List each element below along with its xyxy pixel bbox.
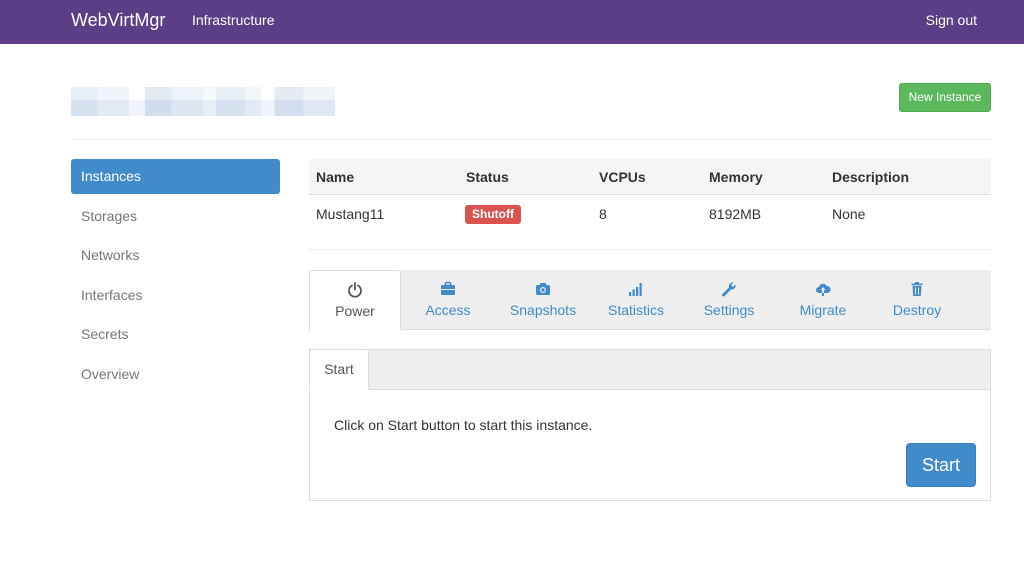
instance-vcpus: 8	[599, 206, 607, 222]
tab-power[interactable]: Power	[309, 270, 401, 331]
wrench-icon	[722, 282, 736, 297]
power-panel: Start Click on Start button to start thi…	[309, 349, 991, 501]
cloud-upload-icon	[816, 283, 831, 296]
tab-snapshots[interactable]: Snapshots	[497, 270, 589, 330]
trash-icon	[911, 282, 923, 296]
tab-access[interactable]: Access	[402, 270, 494, 330]
sidebar-item-overview[interactable]: Overview	[71, 357, 280, 392]
power-subtabs: Start	[309, 349, 990, 390]
instance-name: Mustang11	[316, 206, 385, 222]
navbar: WebVirtMgr Infrastructure Sign out	[0, 0, 1024, 44]
tab-statistics[interactable]: Statistics	[590, 270, 682, 330]
nav-infrastructure[interactable]: Infrastructure	[192, 12, 274, 28]
sidebar-item-secrets[interactable]: Secrets	[71, 317, 280, 352]
subtab-start[interactable]: Start	[309, 349, 369, 390]
briefcase-icon	[441, 281, 455, 295]
tab-destroy[interactable]: Destroy	[871, 270, 963, 330]
host-title-redacted	[71, 87, 335, 116]
sidebar-item-storages[interactable]: Storages	[71, 199, 280, 234]
camera-icon	[536, 283, 550, 295]
tab-label: Migrate	[799, 302, 847, 318]
tab-settings[interactable]: Settings	[683, 270, 775, 330]
sidebar: Instances Storages Networks Interfaces S…	[71, 159, 280, 396]
tab-label: Power	[335, 303, 375, 319]
table-header: Name Status VCPUs Memory Description	[309, 159, 991, 195]
column-header: Description	[832, 169, 910, 185]
sidebar-item-interfaces[interactable]: Interfaces	[71, 278, 280, 313]
sidebar-item-networks[interactable]: Networks	[71, 238, 280, 273]
brand-logo[interactable]: WebVirtMgr	[71, 10, 165, 31]
column-header: Status	[466, 169, 509, 185]
signal-bars-icon	[629, 283, 642, 296]
status-badge: Shutoff	[465, 205, 521, 224]
power-message: Click on Start button to start this inst…	[334, 417, 593, 433]
divider	[309, 249, 991, 250]
column-header: VCPUs	[599, 169, 646, 185]
tab-label: Access	[425, 302, 471, 318]
table-row: Mustang11 Shutoff 8 8192MB None	[309, 195, 991, 233]
tab-label: Snapshots	[509, 302, 577, 318]
tab-label: Settings	[703, 302, 755, 318]
instance-memory: 8192MB	[709, 206, 762, 222]
divider	[71, 139, 991, 140]
instance-tabs: Power Access Snapshots Statistics Settin…	[309, 270, 991, 331]
power-icon	[348, 282, 362, 298]
tab-label: Statistics	[607, 302, 664, 318]
new-instance-button[interactable]: New Instance	[899, 83, 991, 112]
instances-table: Name Status VCPUs Memory Description Mus…	[309, 159, 991, 233]
tab-label: Destroy	[892, 302, 942, 318]
column-header: Name	[316, 169, 355, 185]
tab-migrate[interactable]: Migrate	[777, 270, 869, 330]
sidebar-item-instances[interactable]: Instances	[71, 159, 280, 194]
instance-description: None	[832, 206, 866, 222]
column-header: Memory	[709, 169, 763, 185]
signout-link[interactable]: Sign out	[926, 12, 977, 28]
start-button[interactable]: Start	[906, 443, 976, 487]
